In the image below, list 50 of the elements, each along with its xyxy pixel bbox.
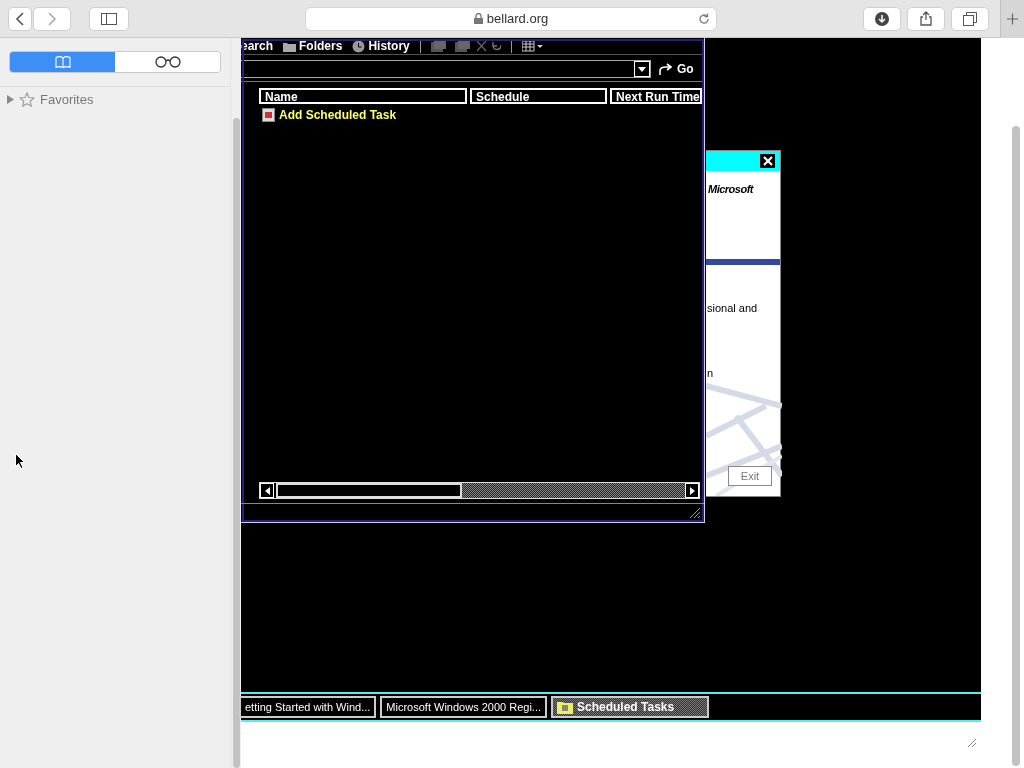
plus-icon[interactable]: [1007, 12, 1018, 25]
share-button[interactable]: [907, 6, 945, 31]
resize-grip-icon[interactable]: [689, 507, 701, 519]
reading-list-tab[interactable]: [115, 52, 220, 72]
download-button[interactable]: [863, 6, 901, 31]
tabs-icon[interactable]: [963, 11, 977, 26]
reload-icon[interactable]: [698, 12, 710, 25]
star-icon: [19, 92, 35, 107]
edit-tools-icon[interactable]: [430, 39, 501, 53]
glasses-icon[interactable]: [154, 56, 181, 68]
disclosure-icon[interactable]: [7, 95, 14, 104]
scroll-left-icon[interactable]: [264, 486, 270, 495]
column-header[interactable]: Name: [259, 88, 467, 104]
page-scrollbar[interactable]: [1012, 126, 1020, 766]
sidebar-button[interactable]: [89, 6, 129, 31]
back-icon[interactable]: [15, 11, 25, 26]
toolbar-button[interactable]: History: [352, 39, 410, 53]
folder-icon: [283, 40, 297, 52]
close-button[interactable]: [760, 154, 775, 168]
sidebar-icon[interactable]: [101, 12, 117, 25]
arrow-icon[interactable]: [659, 63, 673, 75]
column-header[interactable]: Schedule: [470, 88, 607, 104]
taskbar-button[interactable]: etting Started with Wind...: [239, 696, 377, 718]
folder-icon: [557, 700, 573, 714]
address-field[interactable]: bellard.org: [305, 6, 717, 31]
download-icon[interactable]: [875, 11, 889, 26]
resize-grip-icon[interactable]: [967, 738, 977, 748]
dialog-text: sional and: [707, 302, 758, 314]
scroll-right-icon[interactable]: [689, 486, 695, 495]
horizontal-scrollbar[interactable]: [259, 482, 700, 499]
favorites-item[interactable]: Favorites: [0, 86, 230, 112]
taskbar-button[interactable]: Scheduled Tasks: [551, 696, 709, 718]
book-icon[interactable]: [54, 56, 71, 68]
address-combo[interactable]: [241, 60, 651, 78]
exit-button[interactable]: Exit: [728, 466, 772, 486]
dialog-text: n: [707, 367, 714, 379]
mouse-pointer-icon: [15, 453, 25, 469]
column-header[interactable]: Next Run Time: [610, 88, 702, 104]
lock-icon: [473, 13, 483, 24]
sidebar-scrollbar[interactable]: [230, 38, 241, 768]
dropdown-arrow-icon[interactable]: [638, 66, 646, 72]
taskbar-button[interactable]: Microsoft Windows 2000 Regi...: [380, 696, 547, 718]
share-icon[interactable]: [920, 11, 932, 26]
views-icon[interactable]: [521, 40, 544, 52]
microsoft-logo: Microsoft: [708, 183, 753, 195]
task-item[interactable]: Add Scheduled Task: [262, 108, 704, 122]
back-button[interactable]: [8, 6, 32, 31]
tabs-button[interactable]: [951, 6, 989, 31]
toolbar-button[interactable]: Folders: [283, 39, 343, 53]
task-icon: [262, 108, 275, 122]
